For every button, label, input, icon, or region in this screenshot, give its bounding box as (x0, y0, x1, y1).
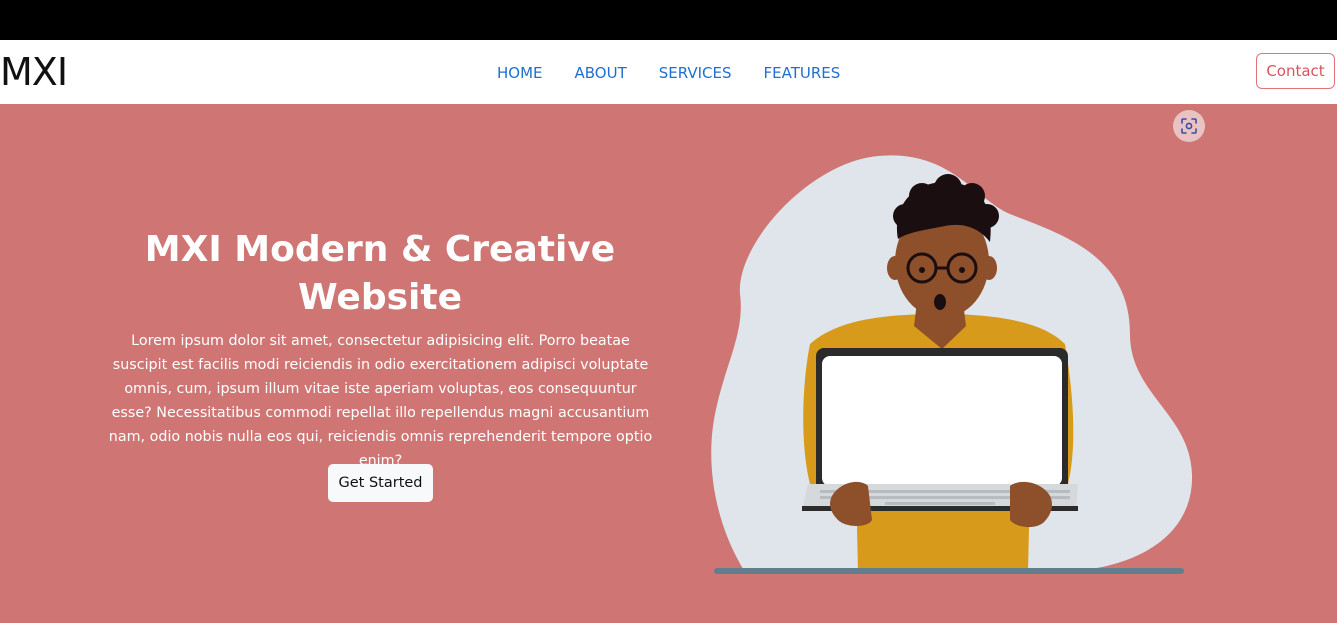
top-black-bar (0, 0, 1337, 40)
person-holding-laptop-illustration (711, 155, 1193, 574)
hero-section: MXI Modern & Creative Website Lorem ipsu… (0, 104, 1337, 623)
hero-title: MXI Modern & Creative Website (144, 229, 616, 318)
navbar: MXI HOME ABOUT SERVICES FEATURES Contact (0, 40, 1337, 104)
get-started-button[interactable]: Get Started (328, 464, 433, 502)
scan-screen-icon[interactable] (1173, 110, 1205, 142)
nav-links: HOME ABOUT SERVICES FEATURES (497, 62, 872, 84)
nav-link-about[interactable]: ABOUT (575, 62, 627, 84)
hero-description: Lorem ipsum dolor sit amet, consectetur … (108, 333, 653, 469)
contact-button[interactable]: Contact (1256, 53, 1335, 89)
nav-link-features[interactable]: FEATURES (764, 62, 841, 84)
brand-logo[interactable]: MXI (0, 45, 68, 99)
nav-link-home[interactable]: HOME (497, 62, 543, 84)
nav-link-services[interactable]: SERVICES (659, 62, 732, 84)
